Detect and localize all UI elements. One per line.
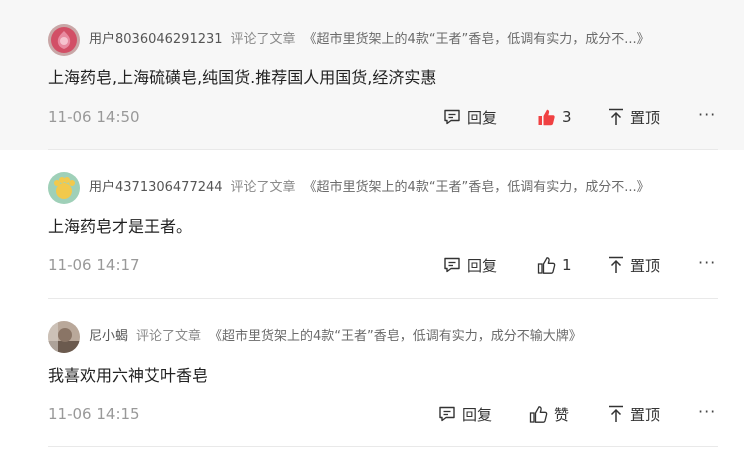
thumbs-up-filled-icon xyxy=(538,109,555,125)
pin-top-icon xyxy=(609,256,623,273)
more-options-button[interactable]: ··· xyxy=(698,253,716,273)
avatar[interactable] xyxy=(48,321,80,353)
avatar[interactable] xyxy=(48,172,80,204)
like-button[interactable]: 3 xyxy=(537,106,572,128)
avatar-image xyxy=(48,172,80,204)
reply-label: 回复 xyxy=(462,405,493,424)
timestamp: 11-06 14:50 xyxy=(48,108,140,126)
comment-meta: 用户4371306477244 评论了文章 《超市里货架上的4款“王者”香皂，低调有… xyxy=(89,178,650,198)
like-button[interactable]: 1 xyxy=(537,254,572,276)
reply-label: 回复 xyxy=(467,108,498,127)
reply-icon xyxy=(439,406,455,422)
like-label: 赞 xyxy=(554,405,570,424)
avatar-image xyxy=(48,321,80,353)
action-text: 评论了文章 xyxy=(230,32,296,47)
article-link[interactable]: 《超市里货架上的4款“王者”香皂，低调有实力，成分不输大牌》 xyxy=(209,329,582,344)
more-options-button[interactable]: ··· xyxy=(698,402,716,422)
comment-item: 用户8036046291231 评论了文章 《超市里货架上的4款“王者”香皂，低调有… xyxy=(0,0,744,150)
timestamp: 11-06 14:15 xyxy=(48,405,140,423)
pin-top-icon xyxy=(609,108,623,125)
pin-label: 置顶 xyxy=(630,108,661,127)
comment-meta: 用户8036046291231 评论了文章 《超市里货架上的4款“王者”香皂，低调有… xyxy=(89,30,650,50)
comment-text: 我喜欢用六神艾叶香皂 xyxy=(48,366,209,385)
comment-list: 用户8036046291231 评论了文章 《超市里货架上的4款“王者”香皂，低调有… xyxy=(0,0,744,459)
comment-item: 用户4371306477244 评论了文章 《超市里货架上的4款“王者”香皂，低调有… xyxy=(0,150,744,298)
reply-icon xyxy=(444,257,460,273)
thumbs-up-icon xyxy=(537,256,556,274)
article-link[interactable]: 《超市里货架上的4款“王者”香皂，低调有实力，成分不...》 xyxy=(304,180,650,195)
reply-icon xyxy=(444,109,460,125)
pin-label: 置顶 xyxy=(630,405,661,424)
thumbs-up-icon xyxy=(529,405,548,423)
timestamp: 11-06 14:17 xyxy=(48,256,140,274)
pin-button[interactable]: 置顶 xyxy=(608,403,660,425)
pin-button[interactable]: 置顶 xyxy=(608,254,660,276)
pin-label: 置顶 xyxy=(630,256,661,275)
like-button[interactable]: 赞 xyxy=(529,403,569,425)
reply-button[interactable]: 回复 xyxy=(443,254,497,276)
action-text: 评论了文章 xyxy=(230,180,296,195)
comment-text: 上海药皂,上海硫磺皂,纯国货.推荐国人用国货,经济实惠 xyxy=(48,68,437,87)
reply-button[interactable]: 回复 xyxy=(443,106,497,128)
avatar[interactable] xyxy=(48,24,80,56)
comment-meta: 尼小蝎 评论了文章 《超市里货架上的4款“王者”香皂，低调有实力，成分不输大牌》 xyxy=(89,327,582,347)
comment-item: 尼小蝎 评论了文章 《超市里货架上的4款“王者”香皂，低调有实力，成分不输大牌》 我… xyxy=(0,299,744,459)
avatar-image xyxy=(48,24,80,56)
reply-button[interactable]: 回复 xyxy=(438,403,492,425)
article-link[interactable]: 《超市里货架上的4款“王者”香皂，低调有实力，成分不...》 xyxy=(304,32,650,47)
like-count: 3 xyxy=(562,108,572,126)
pin-top-icon xyxy=(609,405,623,422)
action-text: 评论了文章 xyxy=(136,329,202,344)
like-count: 1 xyxy=(562,256,572,274)
username[interactable]: 尼小蝎 xyxy=(89,329,128,344)
divider xyxy=(48,446,718,447)
more-options-button[interactable]: ··· xyxy=(698,105,716,125)
pin-button[interactable]: 置顶 xyxy=(608,106,660,128)
username[interactable]: 用户4371306477244 xyxy=(89,180,223,195)
comment-text: 上海药皂才是王者。 xyxy=(48,217,193,236)
username[interactable]: 用户8036046291231 xyxy=(89,32,223,47)
reply-label: 回复 xyxy=(467,256,498,275)
